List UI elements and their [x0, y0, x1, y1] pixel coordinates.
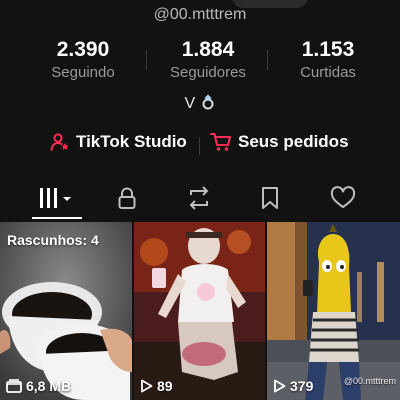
coffee-cups-image	[0, 222, 132, 400]
cart-icon	[210, 133, 231, 151]
drafts-size: 6,8 MB	[6, 378, 71, 394]
stat-following[interactable]: 2.390 Seguindo	[23, 38, 143, 81]
profile-bio: V	[0, 94, 400, 113]
stat-followers-count: 1.884	[181, 38, 235, 61]
stat-following-count: 2.390	[56, 38, 110, 61]
stat-followers[interactable]: 1.884 Seguidores	[148, 38, 268, 81]
play-icon	[274, 379, 286, 393]
video-tile[interactable]: @00.mtttrem 379	[267, 222, 400, 400]
links-divider	[199, 137, 200, 155]
video-watermark: @00.mtttrem	[343, 376, 396, 386]
video-views: 379	[273, 378, 313, 394]
bookmark-icon	[262, 187, 278, 209]
stat-following-label: Seguindo	[51, 64, 115, 81]
tab-reposts[interactable]	[174, 178, 224, 218]
person-star-icon	[50, 133, 69, 151]
drafts-label: Rascunhos: 4	[7, 232, 99, 248]
stat-followers-label: Seguidores	[170, 64, 246, 81]
stat-likes-label: Curtidas	[300, 64, 356, 81]
lock-icon	[118, 187, 136, 209]
drafts-tile[interactable]: Rascunhos: 4 6,8 MB	[0, 222, 132, 400]
video-tile[interactable]: 89	[134, 222, 265, 400]
folder-icon	[6, 379, 22, 393]
orders-link[interactable]: Seus pedidos	[210, 132, 349, 152]
profile-tabs	[0, 178, 400, 220]
drafts-size-value: 6,8 MB	[26, 378, 72, 394]
tab-saved[interactable]	[245, 178, 295, 218]
video-grid: Rascunhos: 4 6,8 MB 89 @00.mtttrem 379	[0, 222, 400, 400]
stat-likes-count: 1.153	[301, 38, 355, 61]
video-thumbnail	[267, 222, 400, 400]
orders-label: Seus pedidos	[238, 132, 349, 151]
bio-text: V	[184, 95, 196, 112]
tab-private[interactable]	[102, 178, 152, 218]
tab-liked[interactable]	[318, 178, 368, 218]
tiktok-studio-label: TikTok Studio	[76, 132, 187, 151]
videos-grid-icon	[40, 188, 71, 208]
repost-icon	[189, 186, 209, 210]
profile-links: TikTok Studio Seus pedidos	[0, 132, 400, 160]
tab-videos[interactable]	[32, 178, 82, 218]
video-views-count: 89	[157, 378, 173, 394]
stat-divider	[146, 50, 147, 70]
heart-icon	[330, 186, 356, 208]
ring-icon	[202, 94, 214, 110]
tiktok-studio-link[interactable]: TikTok Studio	[50, 132, 187, 152]
profile-username: @00.mtttrem	[153, 6, 247, 23]
video-views: 89	[140, 378, 173, 394]
video-views-count: 379	[290, 378, 314, 394]
profile-stats: 2.390 Seguindo 1.884 Seguidores 1.153 Cu…	[0, 38, 400, 88]
stat-likes[interactable]: 1.153 Curtidas	[268, 38, 388, 81]
active-tab-indicator	[32, 217, 82, 219]
play-icon	[141, 379, 153, 393]
video-thumbnail	[134, 222, 265, 400]
